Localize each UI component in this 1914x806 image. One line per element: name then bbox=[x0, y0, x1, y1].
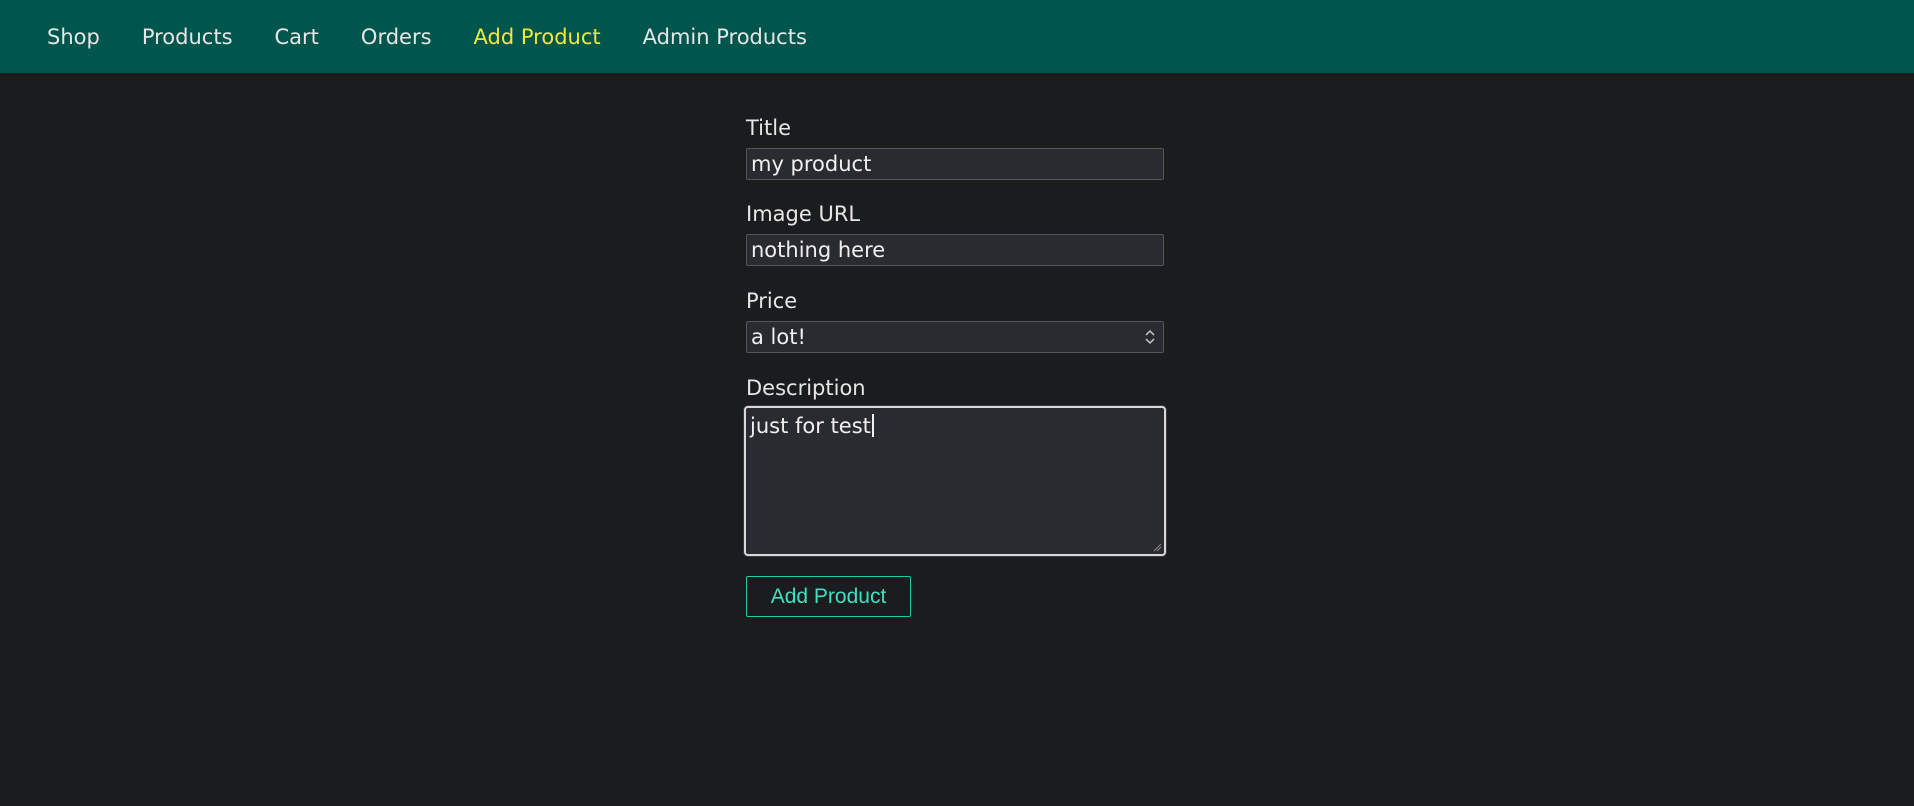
description-label: Description bbox=[746, 376, 866, 400]
description-textarea[interactable]: just for test bbox=[744, 406, 1166, 556]
nav-admin-products[interactable]: Admin Products bbox=[643, 25, 807, 49]
price-label: Price bbox=[746, 289, 798, 313]
image-url-input[interactable]: nothing here bbox=[746, 234, 1164, 266]
nav-shop[interactable]: Shop bbox=[47, 25, 100, 49]
add-product-button[interactable]: Add Product bbox=[746, 576, 911, 617]
nav-orders[interactable]: Orders bbox=[361, 25, 432, 49]
image-url-label: Image URL bbox=[746, 202, 861, 226]
title-input[interactable]: my product bbox=[746, 148, 1164, 180]
nav-cart[interactable]: Cart bbox=[275, 25, 319, 49]
title-label: Title bbox=[746, 116, 792, 140]
price-value: a lot! bbox=[751, 325, 806, 349]
main-nav: Shop Products Cart Orders Add Product Ad… bbox=[47, 0, 849, 73]
main-header: Shop Products Cart Orders Add Product Ad… bbox=[0, 0, 1914, 73]
nav-add-product[interactable]: Add Product bbox=[474, 25, 601, 49]
text-caret bbox=[871, 414, 874, 437]
price-input[interactable]: a lot! bbox=[746, 321, 1164, 353]
resize-grip-icon[interactable] bbox=[1152, 542, 1162, 552]
description-value: just for test bbox=[750, 414, 871, 438]
spinner-icon[interactable] bbox=[1145, 327, 1155, 347]
nav-products[interactable]: Products bbox=[142, 25, 233, 49]
